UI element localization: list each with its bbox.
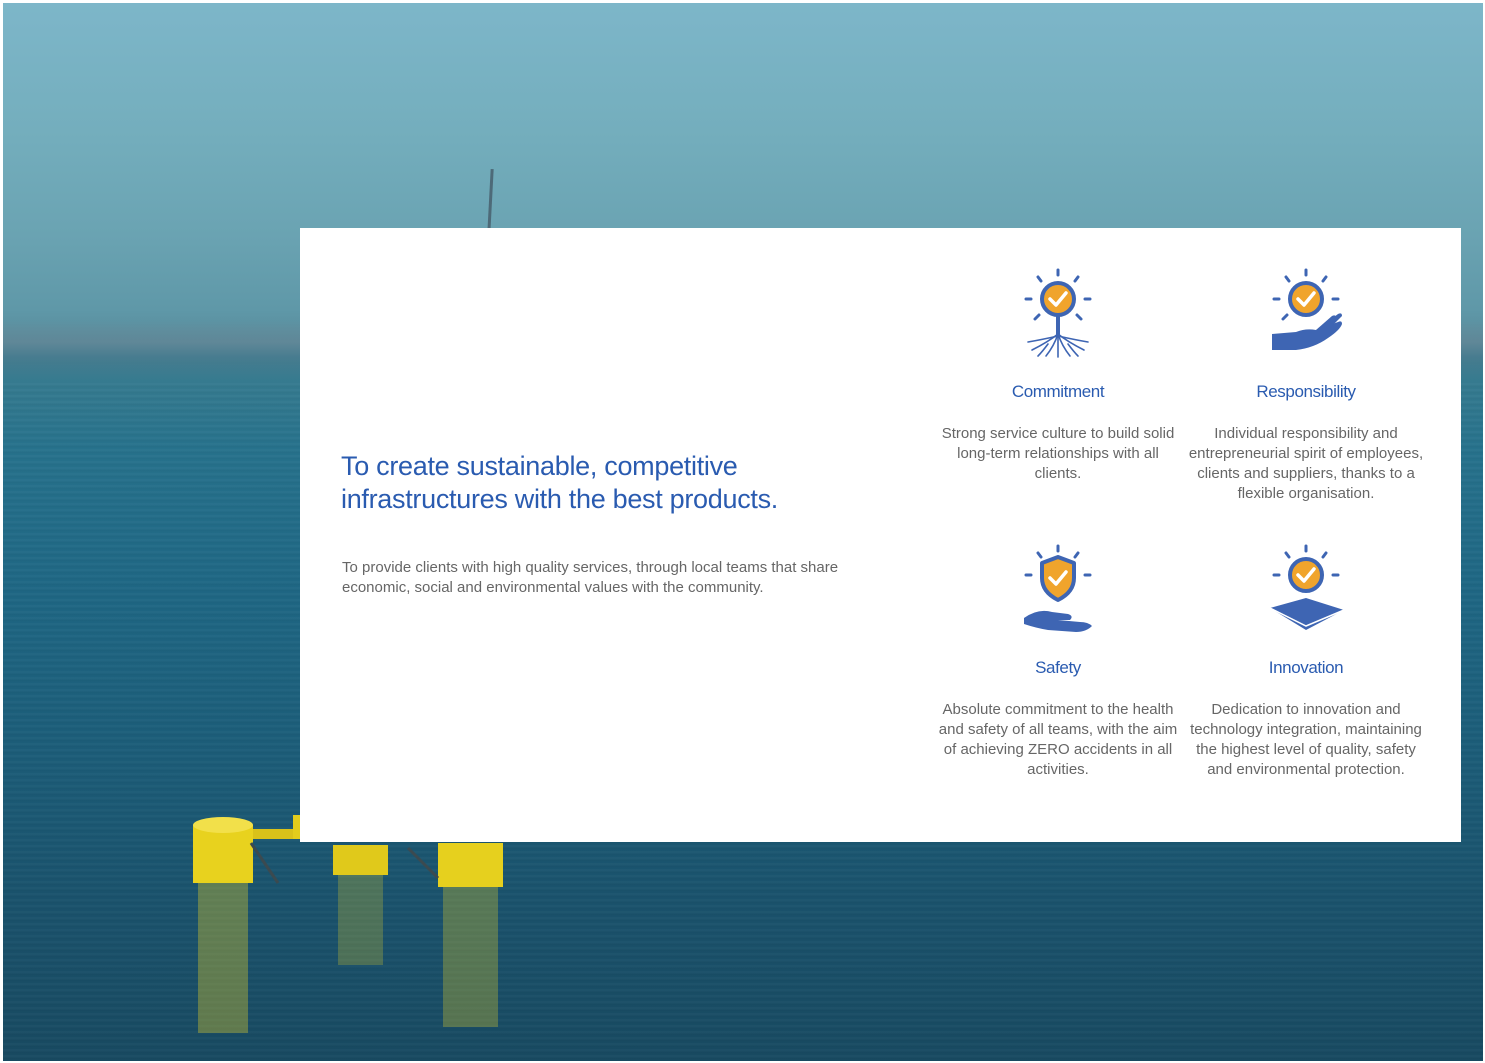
value-title: Responsibility (1256, 382, 1356, 401)
tree-roots-sun-check-icon (1024, 268, 1092, 358)
hand-sun-check-icon (1272, 268, 1342, 350)
turbine-tower (487, 168, 494, 234)
value-responsibility: Responsibility Individual responsibility… (1186, 266, 1426, 504)
values-card: To create sustainable, competitive infra… (300, 228, 1461, 842)
vision-headline: To create sustainable, competitive infra… (341, 451, 779, 514)
value-title: Innovation (1268, 658, 1344, 677)
value-description: Absolute commitment to the health and sa… (938, 701, 1178, 778)
value-safety: Safety Absolute commitment to the health… (938, 542, 1178, 780)
value-title: Safety (1035, 658, 1081, 677)
value-description: Strong service culture to build solid lo… (941, 425, 1175, 482)
value-description: Dedication to innovation and technology … (1190, 701, 1422, 778)
value-description: Individual responsibility and entreprene… (1188, 425, 1424, 502)
value-innovation: Innovation Dedication to innovation and … (1186, 542, 1426, 780)
value-commitment: Commitment Strong service culture to bui… (938, 266, 1178, 484)
value-title: Commitment (1011, 382, 1105, 401)
shield-hand-check-icon (1024, 544, 1092, 632)
layers-sun-check-icon (1269, 544, 1345, 630)
mission-statement: To provide clients with high quality ser… (342, 559, 839, 596)
